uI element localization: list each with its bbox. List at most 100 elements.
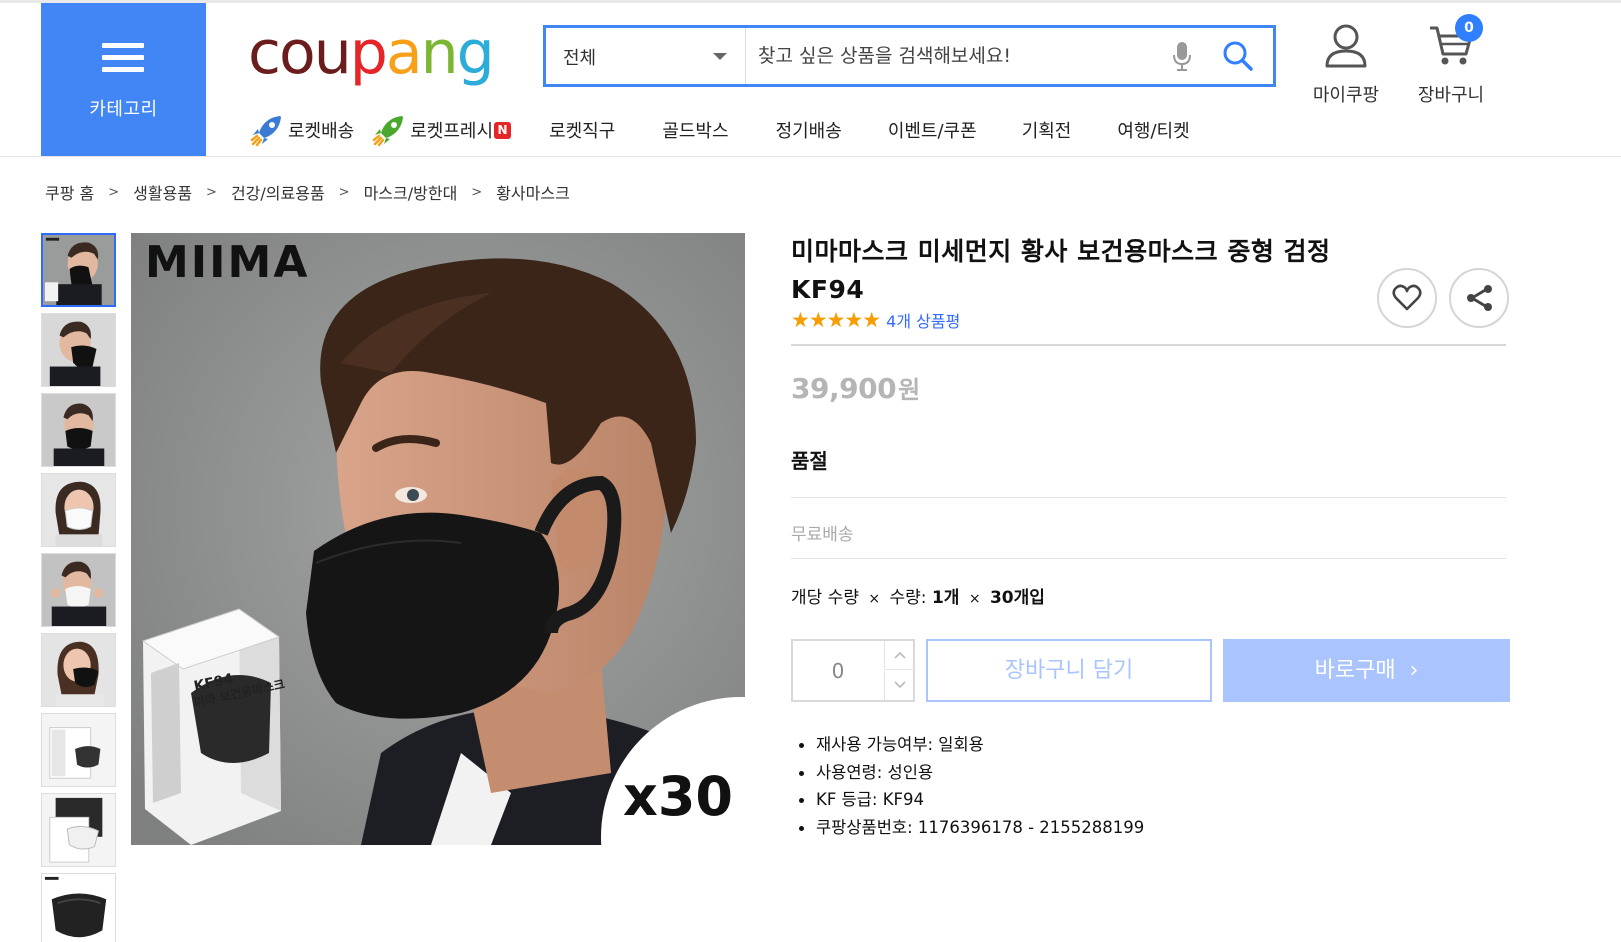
rocket-blue-icon — [250, 116, 281, 147]
breadcrumb-item[interactable]: 마스크/방한대 — [364, 180, 458, 204]
chevron-down-icon — [713, 53, 727, 60]
breadcrumb-item[interactable]: 생활용품 — [133, 180, 192, 204]
product-info: 미마마스크 미세먼지 황사 보건용마스크 중형 검정 KF94 ★★★★★ 4개… — [791, 233, 1510, 837]
logo-letter: n — [420, 18, 459, 88]
spec-item: 재사용 가능여부: 일회용 — [799, 731, 1144, 759]
quantity-value: 1개 — [931, 588, 960, 608]
nav-rocket-fresh[interactable]: 로켓프레시 N — [372, 113, 512, 147]
my-coupang-link[interactable]: 마이쿠팡 — [1307, 22, 1385, 107]
wishlist-button[interactable] — [1377, 268, 1437, 328]
product-main-image[interactable]: MIIMA KF94 미마 보건용마스크 x30 — [131, 233, 745, 845]
product-price: 39,900원 — [791, 370, 920, 405]
chevron-right-icon: › — [1409, 658, 1419, 683]
sold-out-status: 품절 — [791, 449, 828, 473]
buy-now-button[interactable]: 바로구매 › — [1223, 639, 1510, 702]
logo-letter: o — [279, 18, 316, 88]
category-menu-label: 카테고리 — [89, 99, 158, 120]
breadcrumb: 쿠팡 홈 > 생활용품 > 건강/의료용품 > 마스크/방한대 > 황사마스크 — [45, 180, 570, 204]
price-value: 39,900 — [791, 372, 897, 405]
cart-label: 장바구니 — [1417, 85, 1485, 106]
nav-label: 정기배송 — [775, 121, 842, 142]
breadcrumb-item[interactable]: 황사마스크 — [496, 180, 570, 204]
thumbnail-6[interactable] — [41, 633, 116, 707]
product-spec-list: 재사용 가능여부: 일회용 사용연령: 성인용 KF 등급: KF94 쿠팡상품… — [799, 731, 1144, 841]
share-icon — [1467, 285, 1492, 311]
nav-events-coupons[interactable]: 이벤트/쿠폰 — [888, 117, 977, 143]
new-badge: N — [494, 121, 512, 139]
thumbnail-9[interactable] — [41, 873, 116, 942]
breadcrumb-separator: > — [206, 184, 217, 200]
nav-exhibitions[interactable]: 기획전 — [1022, 117, 1072, 143]
quantity-info: 개당 수량 × 수량: 1개 × 30개입 — [791, 583, 1045, 608]
nav-goldbox[interactable]: 골드박스 — [662, 117, 728, 143]
divider — [791, 497, 1506, 498]
logo-letter: u — [313, 18, 352, 88]
title-divider — [791, 344, 1506, 346]
microphone-icon[interactable] — [1172, 41, 1192, 77]
thumbnail-1[interactable] — [41, 233, 116, 307]
review-count-link[interactable]: 4개 상품평 — [886, 308, 960, 332]
product-title: 미마마스크 미세먼지 황사 보건용마스크 중형 검정 KF94 — [791, 237, 1331, 304]
brand-logo: MIIMA — [145, 237, 309, 288]
thumbnail-list — [41, 233, 116, 942]
nav-rocket-delivery[interactable]: 로켓배송 — [250, 113, 354, 147]
spec-item: KF 등급: KF94 — [799, 786, 1144, 814]
thumbnail-4[interactable] — [41, 473, 116, 547]
nav-label: 로켓직구 — [549, 121, 616, 142]
thumbnail-5[interactable] — [41, 553, 116, 627]
nav-travel-tickets[interactable]: 여행/티켓 — [1117, 117, 1189, 143]
logo-letter: p — [349, 18, 388, 88]
nav-label: 이벤트/쿠폰 — [887, 121, 977, 142]
cart-count-badge: 0 — [1455, 14, 1483, 42]
thumbnail-3[interactable] — [41, 393, 116, 467]
breadcrumb-separator: > — [338, 184, 350, 200]
times-sign: × — [968, 591, 981, 607]
logo-letter: a — [385, 18, 423, 88]
nav-rocket-direct[interactable]: 로켓직구 — [549, 117, 615, 143]
chevron-down-icon — [894, 681, 906, 689]
search-category-select[interactable]: 전체 — [546, 28, 746, 84]
nav-label: 로켓배송 — [288, 121, 355, 142]
buy-now-label: 바로구매 — [1314, 658, 1396, 683]
cart-link[interactable]: 0 장바구니 — [1410, 14, 1492, 107]
nav-label: 여행/티켓 — [1117, 121, 1190, 142]
thumbnail-7[interactable] — [41, 713, 116, 787]
search-icon[interactable] — [1222, 40, 1254, 76]
rating-stars: ★★★★★ — [791, 308, 881, 332]
breadcrumb-item[interactable]: 건강/의료용품 — [231, 180, 325, 204]
category-menu-button[interactable]: 카테고리 — [41, 3, 206, 156]
chevron-up-icon — [894, 651, 906, 659]
add-to-cart-button[interactable]: 장바구니 담기 — [926, 639, 1212, 702]
share-button[interactable] — [1449, 268, 1509, 328]
spec-item: 쿠팡상품번호: 1176396178 - 2155288199 — [799, 814, 1144, 842]
category-subnav: 로켓배송 로켓프레시 N 로켓직구 골드박스 정기배송 이벤트/쿠폰 기획전 여… — [250, 112, 1190, 148]
count-badge: x30 — [623, 765, 733, 828]
search-category-value: 전체 — [563, 48, 597, 69]
user-icon — [1325, 24, 1367, 68]
price-unit: 원 — [898, 376, 920, 404]
nav-label: 골드박스 — [662, 121, 729, 142]
shipping-info: 무료배송 — [791, 525, 854, 545]
coupang-logo[interactable]: coupang — [248, 8, 495, 98]
quantity-input[interactable] — [793, 641, 883, 700]
quantity-decrease-button[interactable] — [884, 671, 915, 700]
rating-row: ★★★★★ 4개 상품평 — [791, 308, 960, 332]
search-bar: 전체 — [543, 25, 1276, 87]
site-header: 카테고리 coupang 전체 마이쿠팡 — [0, 0, 1621, 157]
times-sign: × — [868, 591, 881, 607]
heart-icon — [1392, 284, 1422, 311]
nav-label: 로켓프레시 — [410, 121, 494, 142]
divider — [791, 558, 1506, 559]
breadcrumb-home[interactable]: 쿠팡 홈 — [45, 180, 94, 204]
pack-count: 30개입 — [989, 588, 1045, 608]
nav-subscription[interactable]: 정기배송 — [776, 117, 842, 143]
thumbnail-8[interactable] — [41, 793, 116, 867]
unit-quantity-label: 개당 수량 — [791, 588, 859, 608]
breadcrumb-separator: > — [108, 184, 120, 200]
spec-item: 사용연령: 성인용 — [799, 759, 1144, 787]
quantity-stepper — [791, 639, 915, 702]
quantity-increase-button[interactable] — [884, 641, 915, 670]
hamburger-icon — [102, 43, 144, 79]
search-input[interactable] — [758, 36, 1158, 76]
thumbnail-2[interactable] — [41, 313, 116, 387]
